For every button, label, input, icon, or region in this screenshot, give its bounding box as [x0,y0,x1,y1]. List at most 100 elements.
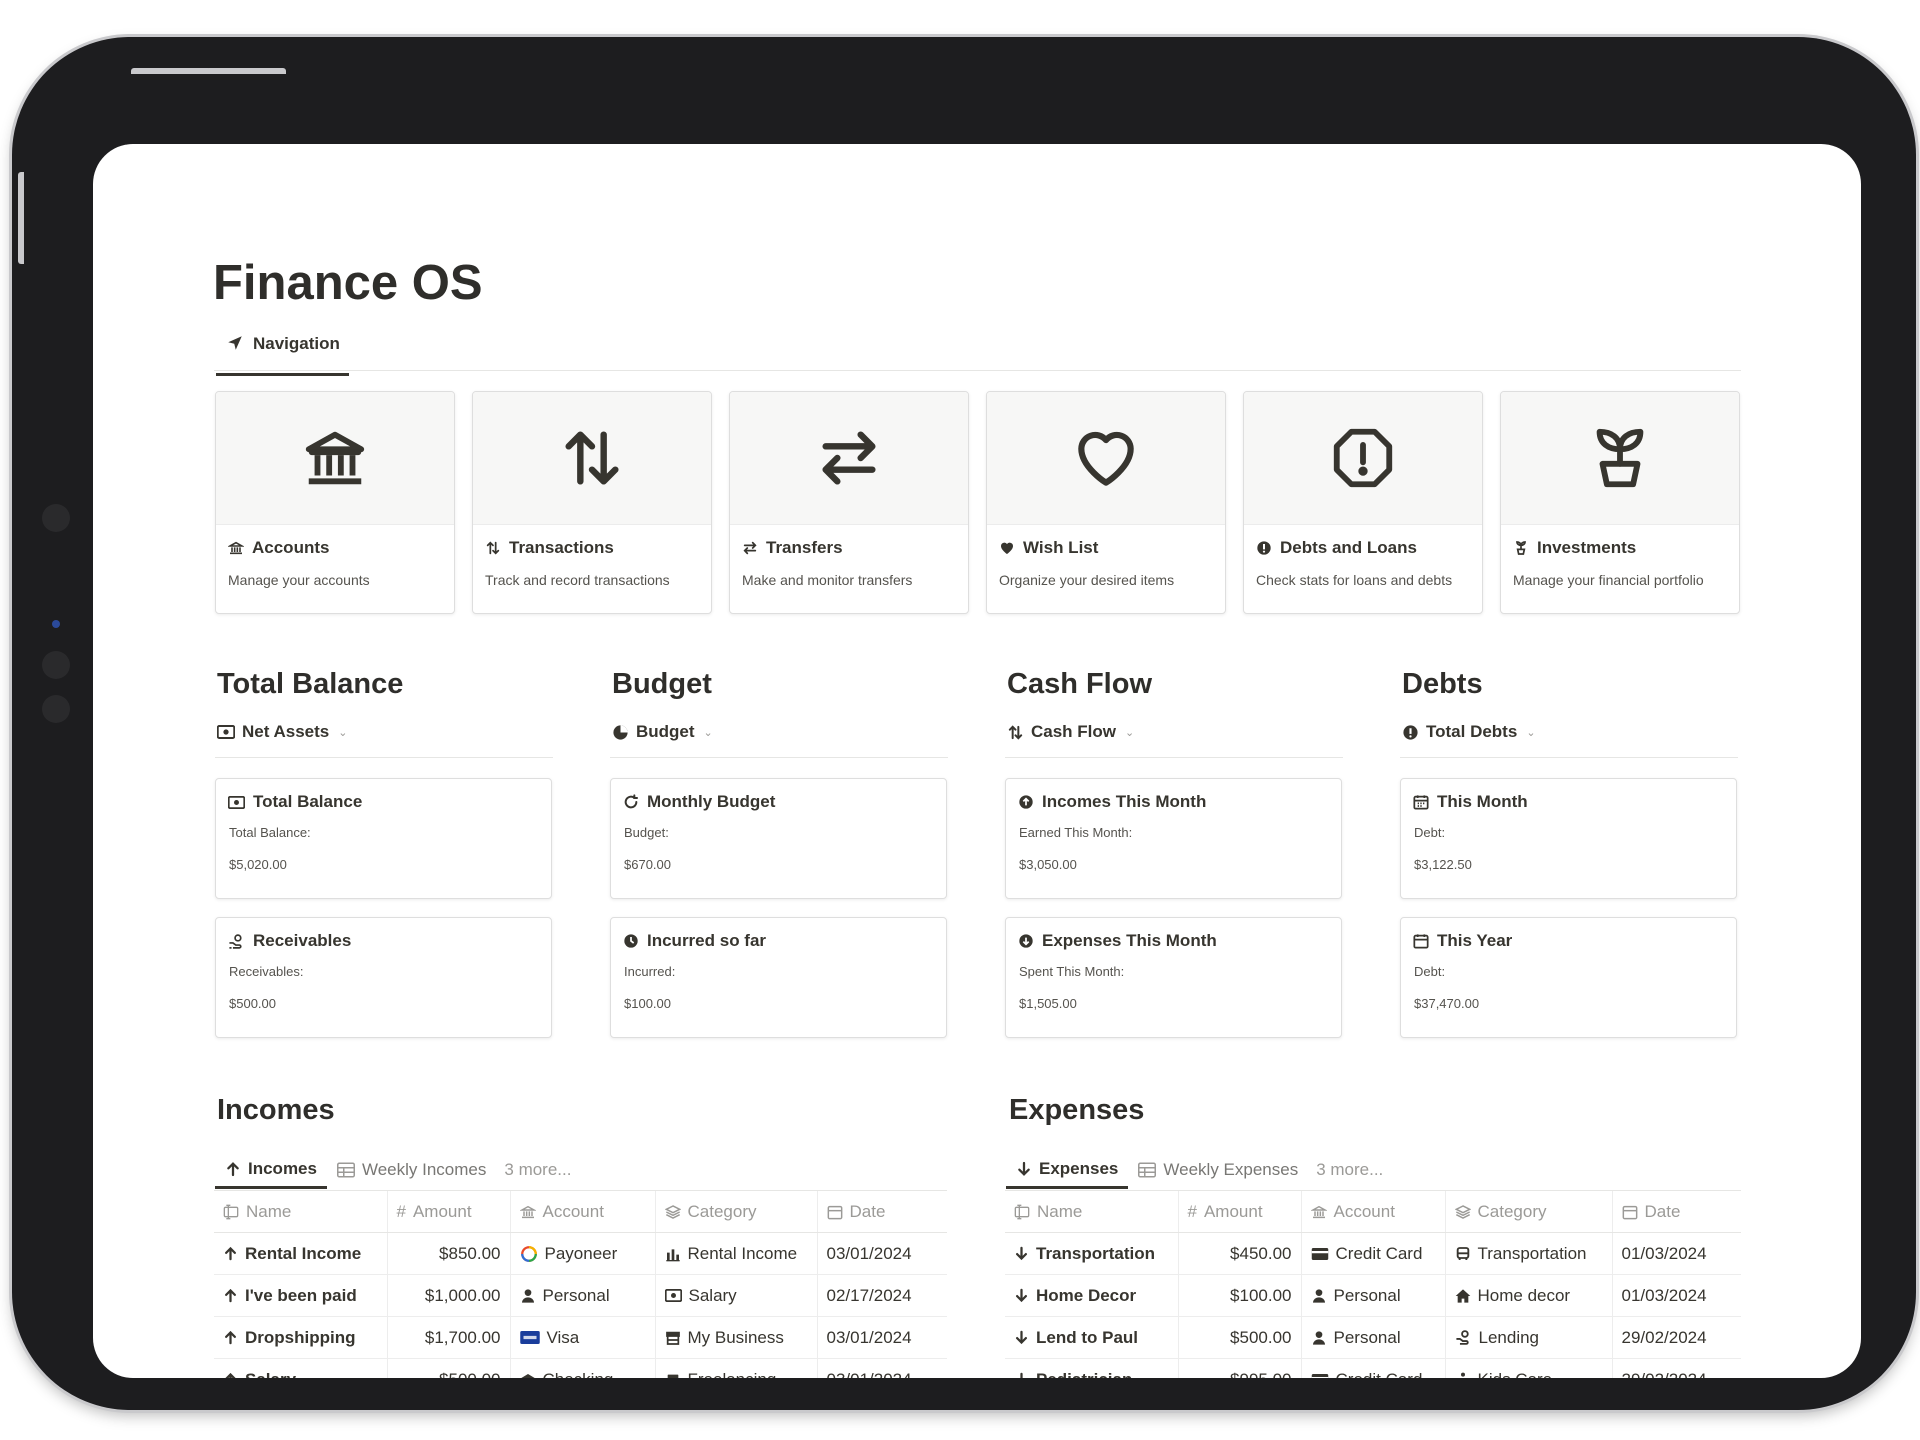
stat-card-this-year[interactable]: This Year Debt: $37,470.00 [1400,917,1737,1038]
more-views-button[interactable]: 3 more... [496,1151,579,1189]
column-label: Date [849,1201,886,1221]
table-row[interactable]: I've been paid $1,000.00 Personal Salary… [214,1274,947,1317]
stat-title: Total Balance [253,792,363,811]
column-header-amount[interactable]: # Amount [386,1190,510,1233]
expenses-table: Name # Amount Account Category Date Trans… [1005,1190,1741,1378]
table-row[interactable]: Lend to Paul $500.00 Personal Lending 29… [1005,1316,1741,1359]
laptop-icon [665,1372,681,1378]
table-row[interactable]: Rental Income $850.00 Payoneer Rental In… [214,1232,947,1275]
stat-label: Debt: [1414,964,1446,979]
view-selector-budget[interactable]: Budget ⌄ [612,722,713,742]
view-selector-cash-flow[interactable]: Cash Flow ⌄ [1007,722,1134,742]
card-cover [730,392,968,525]
tab-incomes[interactable]: Incomes [215,1151,327,1189]
heart-icon [1069,421,1143,495]
stat-value: $100.00 [624,996,671,1011]
nav-card-transactions[interactable]: Transactions Track and record transactio… [472,391,712,614]
volume-button [206,68,286,74]
section-heading-expenses: Expenses [1009,1094,1145,1126]
number-icon: # [396,1201,406,1221]
nav-card-investments[interactable]: Investments Manage your financial portfo… [1500,391,1740,614]
nav-card-transfers[interactable]: Transfers Make and monitor transfers [729,391,969,614]
nav-card-accounts[interactable]: Accounts Manage your accounts [215,391,455,614]
view-selector-total-debts[interactable]: Total Debts ⌄ [1402,722,1536,742]
column-header-date[interactable]: Date [1611,1190,1741,1233]
camera-lens [52,620,60,628]
number-icon: # [1187,1201,1197,1221]
view-selector-net-assets[interactable]: Net Assets ⌄ [217,722,347,742]
stat-card-total-balance[interactable]: Total Balance Total Balance: $5,020.00 [215,778,552,899]
stat-value: $3,122.50 [1414,857,1472,872]
divider [610,757,948,758]
section-heading-budget: Budget [612,668,712,700]
table-row[interactable]: Home Decor $100.00 Personal Home decor 0… [1005,1274,1741,1317]
row-amount: $100.00 [1177,1274,1301,1317]
incomes-table: Name # Amount Account Category Date Renta… [214,1190,947,1378]
calendar-grid-icon [1413,794,1429,810]
stat-card-incomes-this-month[interactable]: Incomes This Month Earned This Month: $3… [1005,778,1342,899]
alert-octagon-icon [1328,423,1398,493]
stat-card-incurred-so-far[interactable]: Incurred so far Incurred: $100.00 [610,917,947,1038]
column-header-amount[interactable]: # Amount [1177,1190,1301,1233]
stat-card-receivables[interactable]: Receivables Receivables: $500.00 [215,917,552,1038]
layers-icon [1454,1204,1471,1220]
stat-card-monthly-budget[interactable]: Monthly Budget Budget: $670.00 [610,778,947,899]
column-label: Name [246,1201,292,1221]
column-header-name[interactable]: Name [214,1190,387,1233]
heart-icon [999,540,1015,556]
visa-card-icon [519,1331,540,1344]
stat-title: This Month [1437,792,1528,811]
row-amount: $500.00 [1177,1316,1301,1359]
row-account: Payoneer [544,1243,618,1263]
stat-title: Incurred so far [647,931,767,950]
row-date: 02/17/2024 [816,1274,947,1317]
tab-label: Navigation [253,334,340,353]
home-icon [1455,1288,1471,1304]
card-title: Debts and Loans [1280,538,1417,557]
column-header-date[interactable]: Date [816,1190,947,1233]
arrow-down-icon [1016,1161,1032,1177]
sprout-icon [1585,423,1655,493]
arrow-up-icon [223,1246,238,1261]
arrows-left-right-icon [742,540,758,556]
table-row[interactable]: Pediatrician $995.00 Credit Card Kids Ca… [1005,1358,1741,1378]
tab-weekly-incomes[interactable]: Weekly Incomes [327,1151,496,1189]
table-row[interactable]: Salary $500.00 Checking Freelancing 03/0… [214,1358,947,1379]
card-title: Transactions [509,538,614,557]
table-row[interactable]: Transportation $450.00 Credit Card Trans… [1005,1232,1741,1275]
row-date: 29/02/2024 [1611,1358,1741,1378]
column-header-account[interactable]: Account [509,1190,655,1233]
stat-label: Receivables: [229,964,304,979]
stat-card-this-month[interactable]: This Month Debt: $3,122.50 [1400,778,1737,899]
nav-card-wish-list[interactable]: Wish List Organize your desired items [986,391,1226,614]
table-icon [336,1162,355,1178]
bank-icon [520,1372,536,1379]
table-row[interactable]: Dropshipping $1,700.00 Visa My Business … [214,1316,947,1359]
row-account: Visa [546,1327,580,1347]
navigation-arrow-icon [226,334,244,352]
child-icon [1455,1372,1471,1378]
calendar-icon [827,1204,843,1220]
column-label: Amount [412,1201,472,1221]
sprout-icon [1513,540,1529,556]
row-category: My Business [687,1327,784,1347]
column-header-account[interactable]: Account [1300,1190,1445,1233]
tab-weekly-expenses[interactable]: Weekly Expenses [1128,1151,1308,1189]
stat-title: Monthly Budget [647,792,776,811]
row-account: Credit Card [1335,1243,1423,1263]
credit-card-icon [1311,1373,1329,1378]
column-label: Date [1644,1201,1681,1221]
stat-card-expenses-this-month[interactable]: Expenses This Month Spent This Month: $1… [1005,917,1342,1038]
expenses-tabs: Expenses Weekly Expenses 3 more... [1006,1151,1391,1192]
tab-expenses[interactable]: Expenses [1006,1151,1129,1189]
column-header-category[interactable]: Category [654,1190,817,1233]
row-category: Lending [1478,1327,1540,1347]
nav-card-debts-and-loans[interactable]: Debts and Loans Check stats for loans an… [1243,391,1483,614]
stat-label: Incurred: [624,964,676,979]
table-header-row: Name # Amount Account Category Date [1005,1190,1741,1233]
more-views-button[interactable]: 3 more... [1308,1151,1391,1189]
row-amount: $450.00 [1177,1232,1301,1275]
row-name: Transportation [1036,1243,1156,1263]
column-header-category[interactable]: Category [1444,1190,1612,1233]
column-header-name[interactable]: Name [1005,1190,1178,1233]
